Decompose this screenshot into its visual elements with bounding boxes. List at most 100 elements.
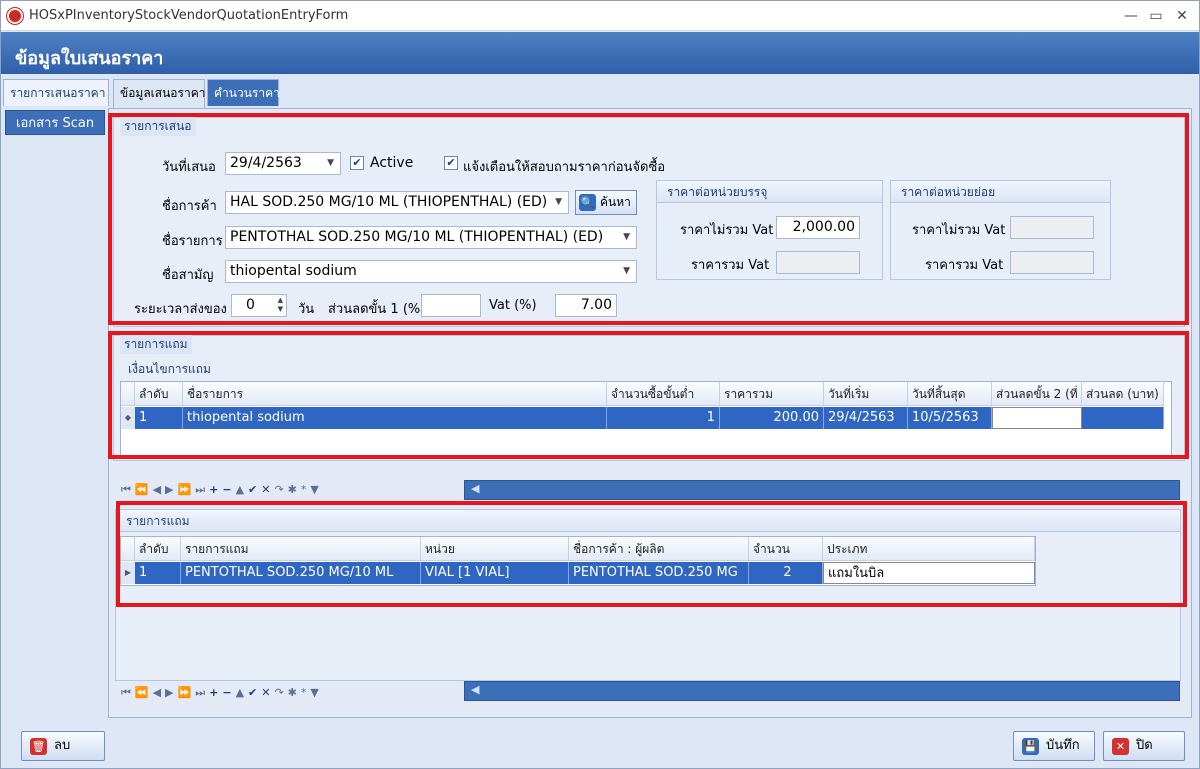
active-label: Active (370, 155, 414, 171)
minimize-icon[interactable]: — (1120, 5, 1142, 27)
dropdown-arrow-icon: ▼ (623, 266, 630, 276)
discount1-field[interactable] (421, 294, 481, 317)
cell-trade-maker[interactable]: PENTOTHAL SOD.250 MG (569, 562, 749, 584)
grid-navigator-bottom[interactable]: ⏮⏪◀▶⏩⏭+−▲✔✕↷✱*▼ (121, 686, 323, 702)
dropdown-arrow-icon: ▼ (327, 158, 334, 168)
grid-navigator-top[interactable]: ⏮⏪◀▶⏩⏭+−▲✔✕↷✱*▼ (121, 483, 323, 499)
unit-incl-vat-field (1010, 251, 1094, 274)
title-bar: HOSxPInventoryStockVendorQuotationEntryF… (1, 1, 1199, 31)
tab-calculate-price[interactable]: คำนวนราคา (207, 79, 280, 106)
pack-incl-label: ราคารวม Vat (691, 258, 770, 273)
row-indicator-icon: ◆ (121, 407, 135, 429)
close-button[interactable]: ✕ ปิด (1103, 731, 1185, 761)
dropdown-arrow-icon: ▼ (623, 232, 630, 242)
discount1-label: ส่วนลดขั้น 1 (%) (328, 302, 426, 317)
column-header[interactable]: ชื่อการค้า : ผู้ผลิต (569, 537, 749, 561)
horizontal-scrollbar-bottom[interactable]: ◀ (464, 681, 1180, 701)
tab-quotation-list[interactable]: รายการเสนอราคา (3, 79, 109, 106)
free-conditions-group: รายการแถม เงื่อนไขการแถม ลำดับ ชื่อรายกา… (113, 335, 1185, 461)
cell-total-price[interactable]: 200.00 (720, 407, 824, 429)
cell-qty[interactable]: 2 (749, 562, 823, 584)
stepper-arrows-icon[interactable]: ▲ ▼ (278, 296, 283, 314)
page-title: ข้อมูลใบเสนอราคา (15, 48, 164, 69)
offer-date-picker[interactable]: 29/4/2563 ▼ (225, 152, 341, 175)
column-header[interactable]: ลำดับ (135, 537, 181, 561)
save-button[interactable]: 💾 บันทึก (1013, 731, 1095, 761)
close-button-label: ปิด (1136, 738, 1153, 753)
scan-documents-tab[interactable]: เอกสาร Scan (5, 110, 105, 135)
unit-incl-label: ราคารวม Vat (925, 258, 1004, 273)
unit-excl-label: ราคาไม่รวม Vat (912, 223, 1006, 238)
search-icon: 🔍 (579, 194, 596, 211)
trash-icon: 🗑 (30, 738, 47, 755)
grid-row-header (121, 537, 135, 561)
column-header[interactable]: หน่วย (421, 537, 569, 561)
cell-unit[interactable]: VIAL [1 VIAL] (421, 562, 569, 584)
column-header[interactable]: ลำดับ (135, 382, 183, 406)
window-title: HOSxPInventoryStockVendorQuotationEntryF… (29, 8, 349, 23)
cell-min-qty[interactable]: 1 (607, 407, 720, 429)
free-items-grid[interactable]: ลำดับ รายการแถม หน่วย ชื่อการค้า : ผู้ผล… (120, 536, 1036, 586)
trade-name-value: HAL SOD.250 MG/10 ML (THIOPENTHAL) (ED) (230, 194, 548, 210)
notify-checkbox[interactable]: ✔ (444, 156, 458, 170)
scroll-left-icon[interactable]: ◀ (471, 482, 479, 495)
active-checkbox[interactable]: ✔ (350, 156, 364, 170)
column-header[interactable]: วันที่สิ้นสุด (908, 382, 992, 406)
dropdown-arrow-icon: ▼ (555, 197, 562, 207)
pack-excl-label: ราคาไม่รวม Vat (680, 223, 774, 238)
conditions-grid[interactable]: ลำดับ ชื่อรายการ จำนวนซื้อขั้นต่ำ ราคารว… (120, 381, 1172, 459)
column-header[interactable]: จำนวนซื้อขั้นต่ำ (607, 382, 720, 406)
cell-seq[interactable]: 1 (135, 407, 183, 429)
close-icon[interactable]: ✕ (1171, 5, 1193, 27)
free-items-box: รายการแถม ลำดับ รายการแถม หน่วย ชื่อการค… (115, 509, 1181, 681)
horizontal-scrollbar-top[interactable]: ◀ (464, 480, 1180, 500)
search-button[interactable]: 🔍 ค้นหา (575, 190, 637, 215)
trade-name-select[interactable]: HAL SOD.250 MG/10 ML (THIOPENTHAL) (ED) … (225, 191, 569, 214)
row-indicator-icon: ▶ (121, 562, 135, 584)
offer-caption: รายการเสนอ (120, 117, 196, 136)
save-button-label: บันทึก (1046, 738, 1080, 753)
column-header[interactable]: ส่วนลดขั้น 2 (ที่ (992, 382, 1082, 406)
cell-free-item[interactable]: PENTOTHAL SOD.250 MG/10 ML (181, 562, 421, 584)
item-name-select[interactable]: PENTOTHAL SOD.250 MG/10 ML (THIOPENTHAL)… (225, 226, 637, 249)
column-header[interactable]: วันที่เริ่ม (824, 382, 908, 406)
search-button-label: ค้นหา (600, 195, 631, 209)
cell-type[interactable]: แถมในบิล (823, 562, 1035, 584)
delete-button-label: ลบ (54, 738, 71, 753)
delete-button[interactable]: 🗑 ลบ (21, 731, 105, 761)
tab-quotation-info[interactable]: ข้อมูลเสนอราคา (113, 79, 205, 108)
form-header: ข้อมูลใบเสนอราคา (1, 32, 1199, 74)
column-header[interactable]: ชื่อรายการ (183, 382, 607, 406)
vat-field[interactable]: 7.00 (555, 294, 617, 317)
column-header[interactable]: จำนวน (749, 537, 823, 561)
lead-time-value: 0 (246, 297, 255, 313)
column-header[interactable]: รายการแถม (181, 537, 421, 561)
column-header[interactable]: ราคารวม (720, 382, 824, 406)
pack-excl-vat-field[interactable]: 2,000.00 (776, 216, 860, 239)
pack-price-box: ราคาต่อหน่วยบรรจุ ราคาไม่รวม Vat 2,000.0… (656, 180, 883, 280)
app-logo-icon (7, 8, 23, 24)
lead-time-unit: วัน (298, 302, 315, 317)
pack-incl-vat-field (776, 251, 860, 274)
cell-discount2[interactable] (992, 407, 1082, 429)
cell-discount-baht[interactable] (1082, 407, 1164, 429)
lead-time-stepper[interactable]: 0 ▲ ▼ (231, 294, 287, 317)
column-header[interactable]: ประเภท (823, 537, 1035, 561)
cell-start-date[interactable]: 29/4/2563 (824, 407, 908, 429)
item-name-value: PENTOTHAL SOD.250 MG/10 ML (THIOPENTHAL)… (230, 229, 604, 245)
pack-price-title: ราคาต่อหน่วยบรรจุ (657, 181, 882, 203)
unit-price-title: ราคาต่อหน่วยย่อย (891, 181, 1110, 203)
scroll-left-icon[interactable]: ◀ (471, 683, 479, 696)
app-window: HOSxPInventoryStockVendorQuotationEntryF… (0, 0, 1200, 769)
trade-name-label: ชื่อการค้า (162, 199, 217, 214)
generic-name-label: ชื่อสามัญ (162, 268, 214, 283)
item-name-label: ชื่อรายการ (162, 234, 223, 249)
column-header[interactable]: ส่วนลด (บาท) (1082, 382, 1164, 406)
date-label: วันที่เสนอ (162, 160, 216, 175)
cell-end-date[interactable]: 10/5/2563 (908, 407, 992, 429)
maximize-icon[interactable]: ▭ (1145, 5, 1167, 27)
cell-item-name[interactable]: thiopental sodium (183, 407, 607, 429)
generic-name-select[interactable]: thiopental sodium ▼ (225, 260, 637, 283)
cell-seq[interactable]: 1 (135, 562, 181, 584)
free-section-caption: รายการแถม (120, 335, 192, 354)
